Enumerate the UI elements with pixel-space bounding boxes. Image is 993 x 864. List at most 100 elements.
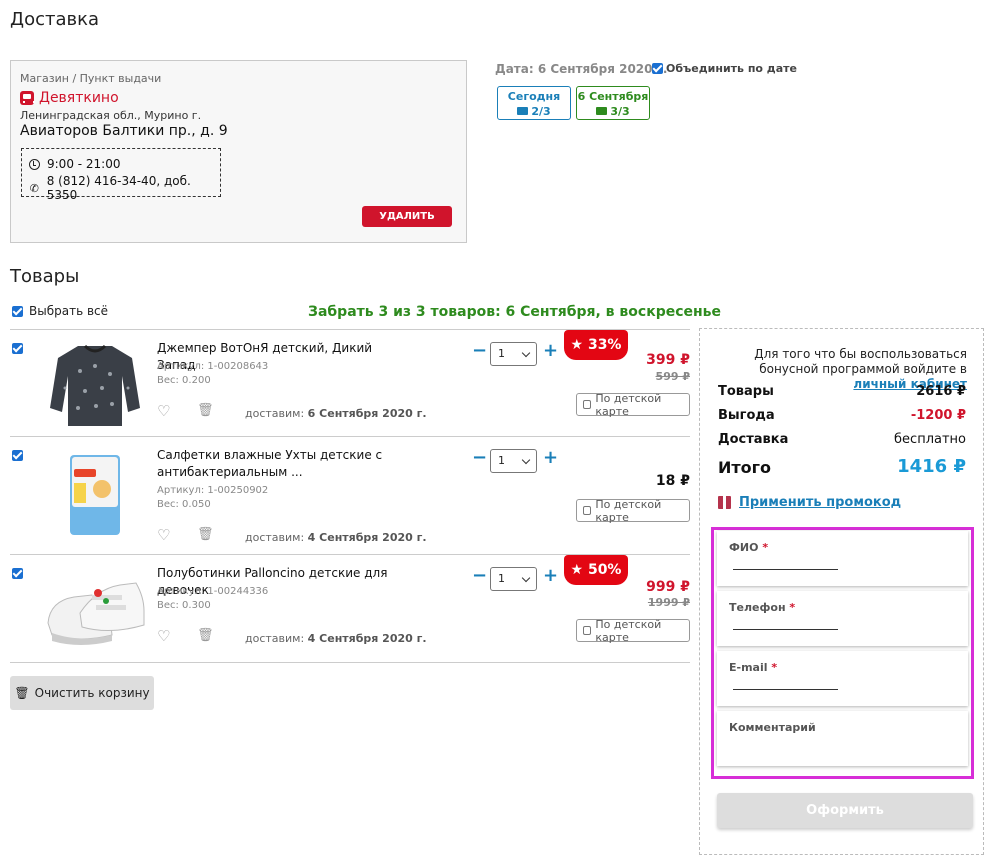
qty-plus-button[interactable]: +	[543, 340, 558, 361]
summary-goods-value: 2616 ₽	[916, 384, 966, 399]
date-option-count: 3/3	[610, 105, 630, 118]
delivery-date: 6 Сентября 2020 г.	[307, 407, 427, 420]
summary-total: Итого 1416 ₽	[718, 456, 966, 477]
item-checkbox[interactable]	[12, 568, 23, 579]
cart-item: Салфетки влажные Ухты детские с антибакт…	[10, 437, 690, 554]
product-image-sweater[interactable]	[40, 336, 150, 431]
item-old-price: 599 ₽	[655, 370, 690, 383]
email-field[interactable]: E-mail *	[717, 651, 968, 706]
phone-field[interactable]: Телефон *	[717, 591, 968, 646]
clear-cart-button[interactable]: 🗑 Очистить корзину	[10, 676, 154, 710]
store-label: Магазин / Пункт выдачи	[20, 72, 162, 85]
store-name[interactable]: Девяткино	[20, 90, 119, 106]
card-checkbox[interactable]	[583, 400, 592, 409]
item-checkbox[interactable]	[12, 450, 23, 461]
delivery-prefix: доставим:	[245, 632, 305, 645]
date-option-today[interactable]: Сегодня 2/3	[497, 86, 571, 120]
store-hours-text: 9:00 - 21:00	[47, 157, 121, 171]
qty-plus-button[interactable]: +	[543, 565, 558, 586]
qty-minus-button[interactable]: −	[472, 447, 487, 468]
product-image-shoes[interactable]	[40, 561, 150, 656]
name-field[interactable]: ФИО *	[717, 531, 968, 586]
kids-card-label: По детской карте	[595, 617, 662, 644]
delivery-heading: Доставка	[10, 9, 99, 30]
date-option-title: Сегодня	[507, 90, 561, 103]
qty-minus-button[interactable]: −	[472, 565, 487, 586]
cart-item: Джемпер ВотОнЯ детский, Дикий Запад Арти…	[10, 330, 690, 436]
email-label-text: E-mail	[729, 661, 768, 674]
store-contacts: 9:00 - 21:00 ✆ 8 (812) 416-34-40, доб. 5…	[21, 148, 221, 202]
email-input[interactable]	[733, 689, 838, 690]
discount-badge: ★ 50%	[564, 555, 628, 585]
summary-delivery-value: бесплатно	[894, 432, 966, 447]
date-option-sept6[interactable]: 6 Сентября 3/3	[576, 86, 650, 120]
qty-select[interactable]: 1	[490, 342, 537, 366]
name-label: ФИО *	[729, 541, 768, 554]
qty-select[interactable]: 1	[490, 449, 537, 473]
discount-value: 33%	[587, 337, 622, 353]
order-summary: Для того что бы воспользоваться бонусной…	[699, 328, 984, 855]
merge-by-date[interactable]: Объединить по дате	[652, 62, 797, 75]
trash-icon: 🗑	[14, 686, 30, 700]
summary-delivery: Доставка бесплатно	[718, 432, 966, 447]
select-all[interactable]: Выбрать всё	[12, 304, 108, 318]
item-delivery: доставим: 6 Сентября 2020 г.	[245, 407, 427, 420]
store-address: Авиаторов Балтики пр., д. 9	[20, 123, 228, 139]
select-all-checkbox[interactable]	[12, 305, 23, 317]
kids-card-button[interactable]: По детской карте	[576, 392, 690, 418]
card-checkbox[interactable]	[583, 626, 592, 635]
bonus-text-body: Для того что бы воспользоваться бонусной…	[754, 347, 967, 376]
heart-icon[interactable]: ♡	[157, 526, 170, 544]
summary-benefit: Выгода -1200 ₽	[718, 408, 966, 423]
comment-field[interactable]: Комментарий	[717, 711, 968, 766]
date-option-title: 6 Сентября	[577, 90, 649, 103]
name-label-text: ФИО	[729, 541, 759, 554]
kids-card-button[interactable]: По детской карте	[576, 497, 690, 524]
required-mark: *	[789, 601, 796, 614]
kids-card-label: По детской карте	[595, 497, 662, 524]
date-option-count-row: 3/3	[577, 104, 649, 119]
phone-icon: ✆	[29, 181, 39, 195]
date-option-count-row: 2/3	[498, 104, 570, 119]
summary-delivery-label: Доставка	[718, 432, 789, 447]
phone-label-text: Телефон	[729, 601, 786, 614]
item-delivery: доставим: 4 Сентября 2020 г.	[245, 632, 427, 645]
trash-icon[interactable]: 🗑	[197, 403, 214, 418]
clock-icon	[29, 158, 40, 170]
clear-cart-label: Очистить корзину	[34, 686, 150, 700]
merge-label: Объединить по дате	[666, 62, 797, 75]
contact-form: ФИО * Телефон * E-mail * Комментарий	[711, 527, 974, 779]
card-checkbox[interactable]	[583, 506, 592, 515]
summary-goods-label: Товары	[718, 384, 774, 399]
qty-plus-button[interactable]: +	[543, 447, 558, 468]
store-hours: 9:00 - 21:00	[29, 157, 121, 171]
item-price: 999 ₽	[646, 579, 690, 595]
phone-label: Телефон *	[729, 601, 795, 614]
name-input[interactable]	[733, 569, 838, 570]
discount-value: 50%	[587, 562, 622, 578]
comment-label: Комментарий	[729, 721, 816, 734]
submit-order-button[interactable]: Оформить	[717, 793, 973, 828]
product-image-wipes[interactable]	[40, 443, 150, 538]
summary-total-value: 1416 ₽	[897, 456, 966, 477]
heart-icon[interactable]: ♡	[157, 402, 170, 420]
store-card: Магазин / Пункт выдачи Девяткино Ленингр…	[10, 60, 467, 243]
heart-icon[interactable]: ♡	[157, 627, 170, 645]
merge-checkbox[interactable]	[652, 63, 663, 74]
kids-card-button[interactable]: По детской карте	[576, 617, 690, 644]
trash-icon[interactable]: 🗑	[197, 628, 214, 643]
date-option-count: 2/3	[531, 105, 551, 118]
phone-input[interactable]	[733, 629, 838, 630]
qty-select[interactable]: 1	[490, 567, 537, 591]
item-sku: Артикул: 1-00244336	[157, 586, 269, 597]
item-checkbox[interactable]	[12, 343, 23, 354]
promo-link[interactable]: Применить промокод	[718, 495, 901, 510]
required-mark: *	[762, 541, 769, 554]
qty-minus-button[interactable]: −	[472, 340, 487, 361]
delivery-prefix: доставим:	[245, 531, 305, 544]
trash-icon[interactable]: 🗑	[197, 527, 214, 542]
store-phone-text: 8 (812) 416-34-40, доб. 5350	[46, 174, 191, 202]
item-title[interactable]: Салфетки влажные Ухты детские с антибакт…	[157, 447, 407, 481]
item-weight: Вес: 0.050	[157, 499, 211, 510]
delete-store-button[interactable]: УДАЛИТЬ	[362, 206, 452, 227]
